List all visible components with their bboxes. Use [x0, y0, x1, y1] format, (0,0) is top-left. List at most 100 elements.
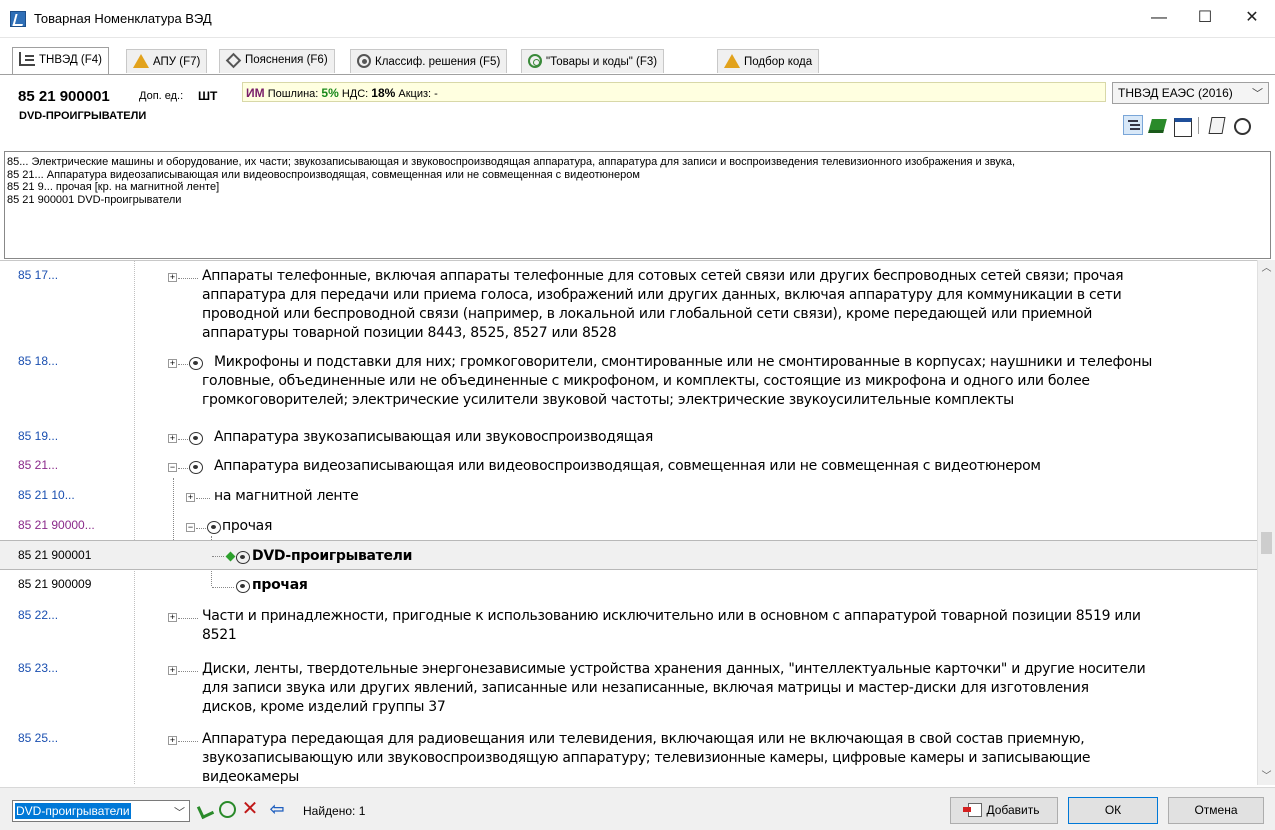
- tab-goods-and-codes[interactable]: "Товары и коды" (F3): [521, 49, 665, 73]
- tab-explanations[interactable]: Пояснения (F6): [219, 49, 335, 73]
- edition-select[interactable]: ТНВЭД ЕАЭС (2016) ﹀: [1112, 82, 1269, 104]
- maximize-button[interactable]: ☐: [1182, 0, 1228, 38]
- close-button[interactable]: ✕: [1229, 0, 1275, 38]
- tab-label: Классиф. решения (F5): [375, 56, 501, 68]
- tab-label: Пояснения (F6): [245, 54, 328, 66]
- header-toolbar: [1117, 113, 1272, 137]
- add-document-icon: [963, 803, 983, 817]
- tab-bar: ТНВЭД (F4) АПУ (F7) Пояснения (F6) Класс…: [0, 38, 1275, 74]
- scroll-down-icon[interactable]: ﹀: [1258, 768, 1275, 785]
- tree-code: 85 21 900009: [18, 577, 92, 591]
- cancel-button[interactable]: Отмена: [1168, 797, 1264, 824]
- classification-path[interactable]: 85... Электрические машины и оборудовани…: [4, 151, 1271, 259]
- expand-icon[interactable]: +: [168, 434, 177, 443]
- search-combo[interactable]: DVD-проигрыватели ﹀: [12, 800, 190, 822]
- tree-row[interactable]: 85 22... + Части и принадлежности, приго…: [0, 601, 1257, 647]
- back-arrow-icon[interactable]: ⇦: [268, 800, 286, 819]
- tree-line: [212, 556, 224, 557]
- add-label: обавить: [994, 803, 1040, 817]
- expand-icon[interactable]: +: [186, 493, 195, 502]
- text-line: звукозаписывающую или звуковоспроизводящ…: [202, 750, 1091, 766]
- scrollbar-thumb[interactable]: [1261, 532, 1272, 554]
- disc-icon[interactable]: [219, 801, 236, 818]
- collapse-icon[interactable]: −: [168, 463, 177, 472]
- tab-label: АПУ (F7): [153, 56, 201, 68]
- chevron-down-icon[interactable]: ﹀: [174, 804, 185, 820]
- current-name: DVD-ПРОИГРЫВАТЕЛИ: [19, 110, 147, 122]
- duty-label: Пошлина:: [267, 88, 319, 100]
- expand-icon[interactable]: +: [168, 273, 177, 282]
- code-header: 85 21 900001 Доп. ед.: ШТ ИМ Пошлина: 5%…: [0, 74, 1275, 147]
- tree-row-selected[interactable]: 85 21 900001 DVD-проигрыватели: [0, 540, 1257, 570]
- tree-row[interactable]: 85 23... + Диски, ленты, твердотельные э…: [0, 654, 1257, 718]
- excise-value: -: [434, 88, 438, 100]
- text-line: проводной или беспроводной связи (наприм…: [202, 306, 1093, 322]
- tree-code: 85 21 900001: [18, 548, 92, 562]
- tree-text: на магнитной ленте: [214, 488, 359, 504]
- book-icon[interactable]: [1148, 115, 1168, 135]
- text-line: Части и принадлежности, пригодные к испо…: [202, 608, 1141, 624]
- search-value: DVD-проигрыватели: [15, 803, 131, 819]
- tree-text: Микрофоны и подставки для них; громкогов…: [202, 353, 1152, 410]
- scroll-up-icon[interactable]: ︿: [1258, 260, 1275, 277]
- tree-line: [196, 498, 210, 499]
- tree-code: 85 17...: [18, 268, 59, 282]
- search-go-icon[interactable]: [196, 801, 214, 819]
- tree-row[interactable]: 85 17... + Аппараты телефонные, включая …: [0, 261, 1257, 341]
- tab-classification-decisions[interactable]: Классиф. решения (F5): [350, 49, 508, 73]
- import-label: ИМ: [246, 86, 265, 100]
- eye-icon[interactable]: [1231, 115, 1251, 135]
- tree-row[interactable]: 85 21 10... + на магнитной ленте: [0, 481, 1257, 509]
- tab-tnved[interactable]: ТНВЭД (F4): [12, 47, 109, 74]
- text-line: Микрофоны и подставки для них; громкогов…: [214, 354, 1153, 370]
- tree-text: Диски, ленты, твердотельные энергонезави…: [202, 660, 1146, 717]
- tree-row[interactable]: 85 18... + Микрофоны и подставки для них…: [0, 347, 1257, 411]
- vertical-scrollbar[interactable]: ︿ ﹀: [1257, 260, 1275, 785]
- tree-text: Аппаратура передающая для радиовещания и…: [202, 730, 1091, 785]
- tab-code-selection[interactable]: Подбор кода: [717, 49, 820, 73]
- minimize-button[interactable]: —: [1136, 0, 1182, 38]
- tree-row[interactable]: 85 21 900009 прочая: [0, 570, 1257, 598]
- tree-row[interactable]: 85 21 90000... − прочая: [0, 511, 1257, 539]
- edit-icon[interactable]: [1207, 115, 1227, 135]
- text-line: Аппараты телефонные, включая аппараты те…: [202, 268, 1124, 284]
- tab-apu[interactable]: АПУ (F7): [126, 49, 208, 73]
- tree-code: 85 25...: [18, 731, 59, 745]
- tree-row[interactable]: 85 21... − Аппаратура видеозаписывающая …: [0, 451, 1257, 479]
- clear-search-icon[interactable]: ✕: [241, 799, 259, 819]
- bottom-bar: DVD-проигрыватели ﹀ ✕ ⇦ Найдено: 1 Добав…: [0, 787, 1275, 830]
- ok-button[interactable]: ОК: [1068, 797, 1158, 824]
- tree-icon: [19, 52, 35, 66]
- vat-label: НДС:: [341, 88, 369, 100]
- tree-row[interactable]: 85 19... + Аппаратура звукозаписывающая …: [0, 422, 1257, 450]
- text-line: видеокамеры: [202, 769, 300, 785]
- excise-label: Акциз:: [398, 88, 432, 100]
- unit-value: ШТ: [198, 89, 218, 103]
- add-button[interactable]: Добавить: [950, 797, 1058, 824]
- window-title: Товарная Номенклатура ВЭД: [34, 11, 212, 26]
- code-tree[interactable]: 85 17... + Аппараты телефонные, включая …: [0, 260, 1257, 785]
- tree-line: [178, 741, 198, 742]
- tab-label: ТНВЭД (F4): [39, 54, 102, 66]
- text-line: дисков, кроме изделий группы 37: [202, 699, 446, 715]
- expand-icon[interactable]: +: [168, 359, 177, 368]
- eye-icon: [236, 551, 251, 564]
- expand-icon[interactable]: +: [168, 613, 177, 622]
- path-line: 85... Электрические машины и оборудовани…: [7, 156, 1016, 168]
- eye-icon: [189, 461, 204, 474]
- tree-text: Аппаратура видеозаписывающая или видеово…: [214, 458, 1041, 474]
- tree-code: 85 18...: [18, 354, 59, 368]
- tree-line: [178, 618, 198, 619]
- expand-icon[interactable]: +: [168, 736, 177, 745]
- expand-icon[interactable]: +: [168, 666, 177, 675]
- tree-line: [212, 587, 234, 588]
- collapse-icon[interactable]: −: [186, 523, 195, 532]
- window-icon[interactable]: [1172, 115, 1192, 137]
- tree-text: прочая: [252, 577, 308, 593]
- tree-code: 85 19...: [18, 429, 59, 443]
- text-line: 8521: [202, 627, 237, 643]
- tree-view-icon[interactable]: [1123, 115, 1143, 135]
- tree-text: прочая: [222, 518, 273, 534]
- tree-line: [178, 439, 188, 440]
- tree-row[interactable]: 85 25... + Аппаратура передающая для рад…: [0, 724, 1257, 785]
